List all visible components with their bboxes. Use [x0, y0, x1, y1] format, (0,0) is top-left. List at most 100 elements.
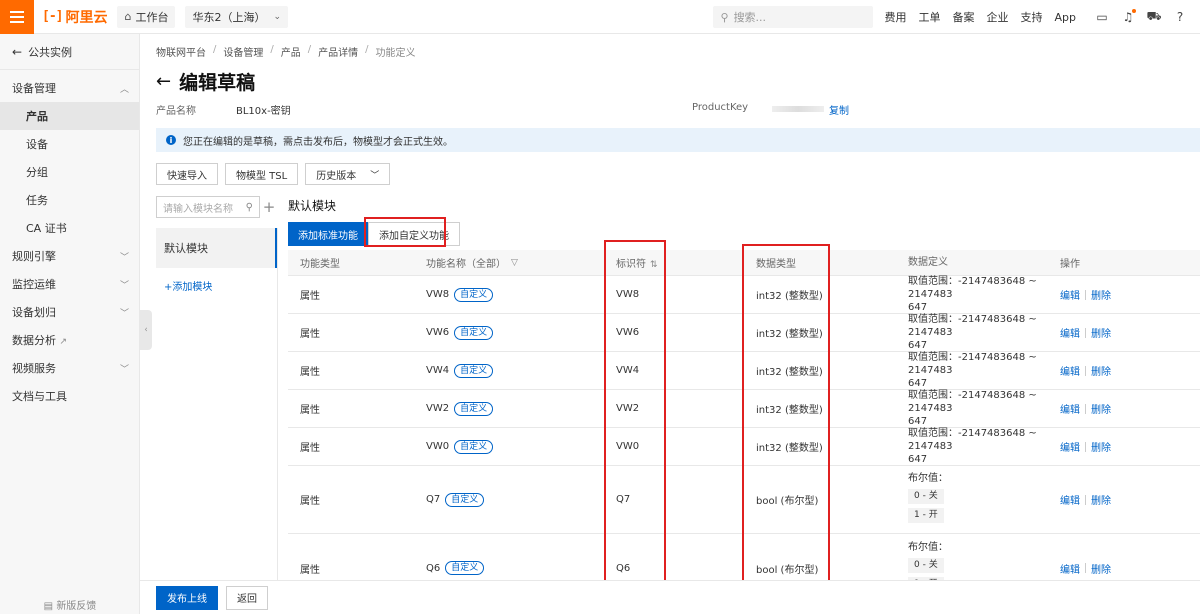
delete-link[interactable]: 删除 — [1091, 401, 1111, 416]
module-search-input[interactable]: 请输入模块名称 ⚲ — [156, 196, 260, 218]
delete-link[interactable]: 删除 — [1091, 287, 1111, 302]
module-item-default[interactable]: 默认模块 — [156, 228, 277, 268]
breadcrumb-function-definition: 功能定义 — [375, 48, 416, 59]
sidebar-group-device-assignment[interactable]: 设备划归 ﹀ — [0, 298, 139, 326]
edit-link[interactable]: 编辑 — [1060, 492, 1080, 507]
sidebar-group-device-management[interactable]: 设备管理 ︿ — [0, 74, 139, 102]
row-identifier: Q7 — [616, 494, 631, 505]
def-range: 取值范围：-2147483648 ~ 2147483 — [908, 314, 1037, 338]
sidebar-item-product[interactable]: 产品 — [0, 102, 139, 130]
bottom-action-bar: 发布上线 返回 — [140, 580, 1200, 614]
row-name: VW4 自定义 — [426, 363, 494, 378]
nav-enterprise[interactable]: 企业 — [987, 9, 1009, 25]
chevron-down-icon: ⌄ — [273, 11, 282, 22]
edit-link[interactable]: 编辑 — [1060, 287, 1080, 302]
copy-product-key-link[interactable]: 复制 — [829, 102, 849, 117]
breadcrumb-iot-platform[interactable]: 物联网平台 — [156, 44, 206, 59]
sidebar-back-public-instance[interactable]: ← 公共实例 — [0, 34, 139, 70]
sidebar-group-docs-tools[interactable]: 文档与工具 — [0, 382, 139, 410]
header-data-definition: 数据定义 — [908, 257, 948, 268]
menu-button[interactable] — [0, 0, 34, 34]
draft-notice: i 您正在编辑的是草稿，需点击发布后，物模型才会正式生效。 — [156, 128, 1200, 152]
sidebar-group-video-service[interactable]: 视频服务 ﹀ — [0, 354, 139, 382]
region-selector[interactable]: 华东2（上海） ⌄ — [185, 5, 289, 28]
search-icon: ⚲ — [245, 201, 253, 213]
delete-link[interactable]: 删除 — [1091, 439, 1111, 454]
return-button[interactable]: 返回 — [226, 585, 268, 610]
delete-link[interactable]: 删除 — [1091, 492, 1111, 507]
row-data-type: int32 (整数型) — [756, 443, 823, 454]
search-input[interactable]: ⚲ 搜索... — [712, 6, 873, 28]
feedback-icon: ▤ — [43, 601, 54, 612]
action-separator — [1085, 327, 1086, 338]
tsl-button[interactable]: 物模型 TSL — [225, 163, 299, 185]
edit-link[interactable]: 编辑 — [1060, 439, 1080, 454]
sidebar-item-device[interactable]: 设备 — [0, 130, 139, 158]
back-arrow-icon[interactable]: ← — [156, 71, 171, 92]
row-type: 属性 — [300, 443, 320, 454]
header-type: 功能类型 — [300, 259, 340, 270]
breadcrumb-product[interactable]: 产品 — [281, 44, 301, 59]
edit-link[interactable]: 编辑 — [1060, 363, 1080, 378]
custom-tag: 自定义 — [445, 561, 485, 575]
toolbar: 快速导入 物模型 TSL 历史版本 ﹀ — [156, 163, 397, 185]
chevron-left-icon: ‹ — [144, 325, 148, 335]
add-module-link[interactable]: +添加模块 — [156, 278, 277, 293]
delete-link[interactable]: 删除 — [1091, 325, 1111, 340]
action-separator — [1085, 441, 1086, 452]
row-data-definition: 取值范围：-2147483648 ~ 2147483 647 — [908, 313, 1064, 352]
sidebar-group-monitoring[interactable]: 监控运维 ﹀ — [0, 270, 139, 298]
aliyun-logo[interactable]: [-] 阿里云 — [42, 7, 107, 27]
add-module-plus-icon[interactable]: + — [262, 196, 276, 218]
bell-icon[interactable]: ♫ — [1120, 9, 1136, 25]
row-data-definition: 取值范围：-2147483648 ~ 2147483 647 — [908, 351, 1064, 390]
sidebar-group-label: 视频服务 — [12, 362, 56, 375]
add-custom-function-button[interactable]: 添加自定义功能 — [368, 222, 460, 246]
terminal-icon[interactable]: ▭ — [1094, 9, 1110, 25]
edit-link[interactable]: 编辑 — [1060, 401, 1080, 416]
breadcrumb-product-detail[interactable]: 产品详情 — [318, 44, 358, 59]
delete-link[interactable]: 删除 — [1091, 561, 1111, 576]
nav-billing[interactable]: 费用 — [885, 9, 907, 25]
edit-link[interactable]: 编辑 — [1060, 561, 1080, 576]
sort-icon[interactable]: ⇅ — [650, 260, 658, 270]
sidebar-item-ca-cert[interactable]: CA 证书 — [0, 214, 139, 242]
def-range: 取值范围：-2147483648 ~ 2147483 — [908, 352, 1037, 376]
filter-icon[interactable]: ▽ — [511, 258, 518, 268]
nav-support[interactable]: 支持 — [1021, 9, 1043, 25]
history-version-dropdown[interactable]: 历史版本 ﹀ — [305, 163, 391, 185]
sidebar-group-label: 设备划归 — [12, 306, 56, 319]
breadcrumb: 物联网平台 / 设备管理 / 产品 / 产品详情 / 功能定义 — [156, 44, 416, 59]
workbench-button[interactable]: ⌂ 工作台 — [117, 5, 176, 28]
sidebar-group-rules-engine[interactable]: 规则引擎 ﹀ — [0, 242, 139, 270]
chevron-up-icon: ︿ — [119, 84, 129, 95]
delete-link[interactable]: 删除 — [1091, 363, 1111, 378]
nav-icp[interactable]: 备案 — [953, 9, 975, 25]
breadcrumb-separator: / — [365, 44, 369, 55]
add-standard-function-button[interactable]: 添加标准功能 — [288, 222, 368, 246]
breadcrumb-device-management[interactable]: 设备管理 — [223, 44, 263, 59]
feedback-link[interactable]: ▤ 新版反馈 — [0, 597, 140, 612]
quick-import-button[interactable]: 快速导入 — [156, 163, 218, 185]
header-data-type: 数据类型 — [756, 259, 796, 270]
publish-button[interactable]: 发布上线 — [156, 585, 218, 610]
edit-link[interactable]: 编辑 — [1060, 325, 1080, 340]
table-row: 属性 VW6 自定义 VW6 int32 (整数型) 取值范围：-21474836… — [288, 314, 1200, 352]
chevron-down-icon: ﹀ — [370, 170, 380, 181]
row-name: Q6 自定义 — [426, 561, 485, 575]
sidebar-item-group[interactable]: 分组 — [0, 158, 139, 186]
row-identifier: VW0 — [616, 441, 640, 452]
row-data-type: int32 (整数型) — [756, 367, 823, 378]
nav-tickets[interactable]: 工单 — [919, 9, 941, 25]
help-icon[interactable]: ? — [1172, 9, 1188, 25]
row-name-text: VW2 — [426, 403, 450, 414]
nav-app[interactable]: App — [1055, 11, 1077, 24]
search-placeholder: 搜索... — [733, 11, 767, 24]
cart-icon[interactable]: ⛟ — [1146, 9, 1162, 25]
row-name: VW8 自定义 — [426, 287, 494, 302]
sidebar-group-data-analysis[interactable]: 数据分析 ↗ — [0, 326, 139, 354]
header-actions: 操作 — [1060, 259, 1080, 270]
home-icon: ⌂ — [124, 10, 132, 23]
sidebar-collapse-handle[interactable]: ‹ — [140, 310, 152, 350]
sidebar-item-task[interactable]: 任务 — [0, 186, 139, 214]
